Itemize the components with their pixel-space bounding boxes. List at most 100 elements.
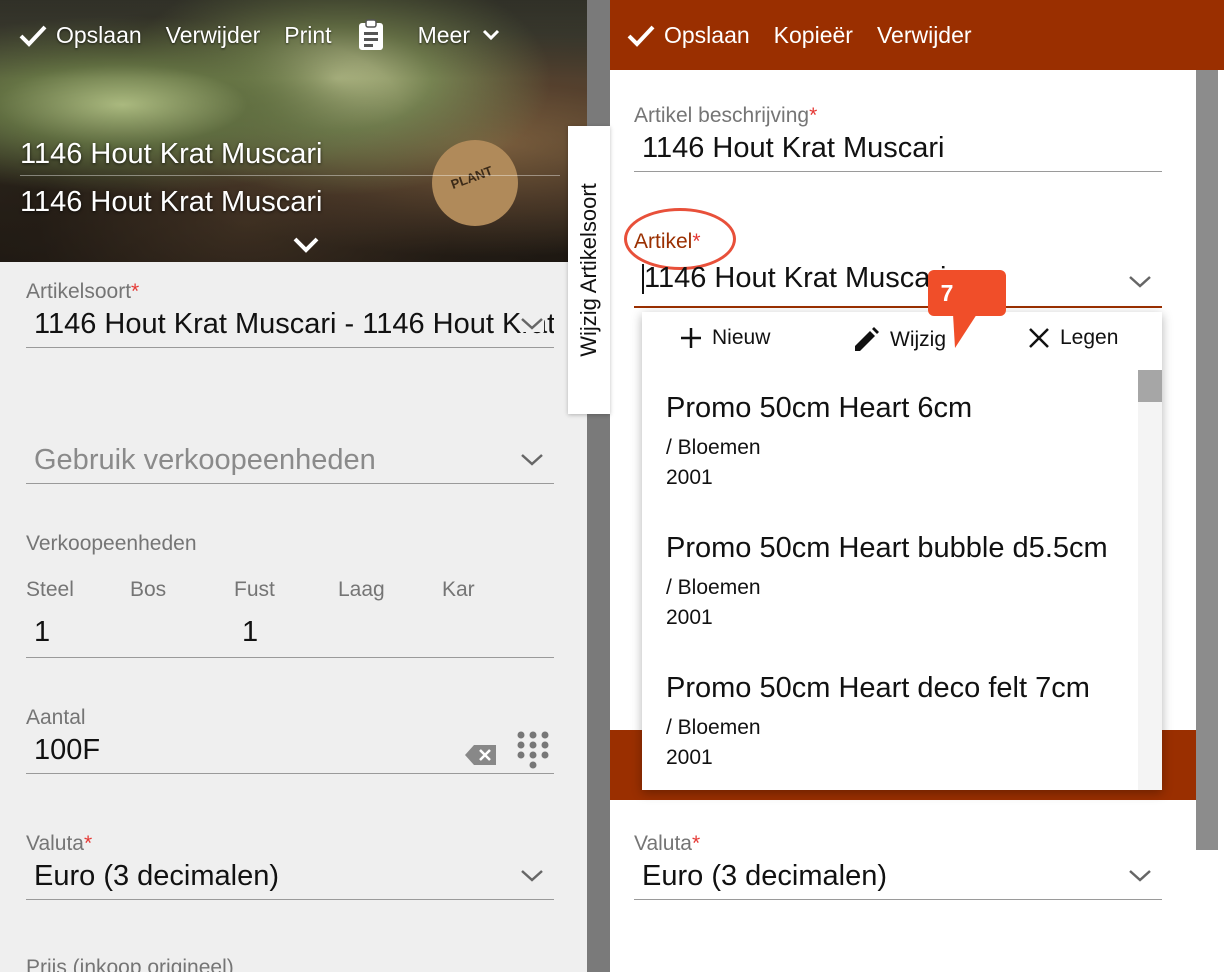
delete-button[interactable]: Verwijder	[877, 22, 972, 49]
verkoopeenheden-label: Verkoopeenheden	[26, 532, 197, 555]
save-label: Opslaan	[664, 21, 750, 48]
artikelsoort-label-wrap: Artikelsoort*	[26, 280, 554, 304]
aantal-input[interactable]: 100F	[26, 730, 554, 774]
save-button[interactable]: Opslaan	[626, 22, 750, 49]
edit-label: Wijzig	[890, 328, 946, 351]
gebruik-placeholder: Gebruik verkoopeenheden	[34, 444, 376, 476]
copy-button[interactable]: Kopieër	[774, 22, 853, 49]
clear-button[interactable]: Legen	[1028, 326, 1118, 350]
list-item[interactable]: Promo 50cm Heart bubble d5.5cm / Bloemen…	[642, 510, 1138, 650]
clipboard-button[interactable]	[356, 18, 394, 52]
delete-label: Verwijder	[165, 21, 261, 48]
more-label: Meer	[417, 21, 470, 48]
valuta-label: Valuta	[634, 832, 692, 855]
artikelsoort-value: 1146 Hout Krat Muscari - 1146 Hout Krat …	[34, 308, 554, 340]
valuta-field[interactable]: Valuta* Euro (3 decimalen)	[634, 832, 1162, 900]
beschrijving-input[interactable]: 1146 Hout Krat Muscari	[634, 128, 1162, 172]
chevron-down-icon	[520, 316, 544, 332]
print-button[interactable]: Print	[284, 22, 331, 49]
delete-label: Verwijder	[876, 21, 972, 48]
plus-icon	[681, 328, 701, 348]
units-header: Steel Bos Fust Laag Kar	[26, 578, 554, 602]
clipboard-icon	[358, 19, 383, 50]
chevron-down-icon	[482, 29, 500, 41]
valuta-label: Valuta	[26, 832, 84, 855]
artikel-beschrijving-field[interactable]: Artikel beschrijving* 1146 Hout Krat Mus…	[634, 104, 1162, 172]
dropdown-list: Promo 50cm Heart 6cm / Bloemen 2001 Prom…	[642, 370, 1138, 790]
artikel-dropdown: Nieuw Wijzig Legen Promo 50cm Heart 6cm …	[642, 312, 1162, 790]
dropdown-scroll-thumb[interactable]	[1138, 370, 1162, 402]
left-toolbar: Opslaan Verwijder Print Meer	[0, 0, 587, 70]
required-marker: *	[692, 832, 701, 855]
required-marker: *	[809, 104, 818, 127]
artikel-input[interactable]: 1146 Hout Krat Muscari	[634, 262, 1162, 308]
valuta-field[interactable]: Valuta* Euro (3 decimalen)	[26, 832, 554, 900]
check-icon	[627, 25, 655, 47]
unit-value-fust[interactable]: 1	[242, 616, 258, 649]
chevron-down-icon	[521, 870, 543, 882]
unit-value-steel[interactable]: 1	[34, 616, 50, 649]
edit-button[interactable]: Wijzig	[852, 326, 946, 354]
units-values-row[interactable]: 1 1	[26, 614, 554, 658]
save-label: Opslaan	[56, 21, 142, 48]
item-title: Promo 50cm Heart bubble d5.5cm	[666, 532, 1108, 564]
item-title: Promo 50cm Heart 6cm	[666, 392, 973, 424]
required-marker: *	[692, 230, 701, 253]
new-button[interactable]: Nieuw	[680, 326, 770, 350]
pencil-icon	[855, 327, 879, 351]
new-label: Nieuw	[712, 326, 771, 349]
dropdown-scrollbar[interactable]	[1138, 370, 1162, 790]
required-marker: *	[84, 832, 93, 855]
save-button[interactable]: Opslaan	[18, 22, 142, 49]
item-code: 2001	[666, 606, 713, 629]
required-marker: *	[131, 280, 140, 303]
clear-label: Legen	[1060, 326, 1119, 349]
valuta-value: Euro (3 decimalen)	[642, 860, 887, 892]
unit-col-kar: Kar	[442, 578, 475, 601]
prijs-label: Prijs (inkoop origineel)	[26, 956, 234, 972]
expand-chevron-icon[interactable]	[292, 236, 320, 254]
close-icon	[1029, 328, 1049, 348]
left-panel: PLANT Opslaan Verwijder Print Meer 1146 …	[0, 0, 587, 972]
aantal-label: Aantal	[26, 706, 86, 729]
right-toolbar: Opslaan Kopieër Verwijder	[610, 0, 1224, 70]
chevron-down-icon[interactable]	[1128, 274, 1152, 290]
item-code: 2001	[666, 466, 713, 489]
artikel-label: Artikel	[634, 230, 693, 253]
artikelsoort-label: Artikelsoort	[26, 280, 132, 303]
backspace-icon[interactable]	[464, 744, 498, 766]
valuta-select[interactable]: Euro (3 decimalen)	[634, 856, 1162, 900]
artikelsoort-select[interactable]: 1146 Hout Krat Muscari - 1146 Hout Krat …	[26, 304, 554, 348]
chevron-down-icon	[521, 454, 543, 466]
copy-label: Kopieër	[773, 21, 853, 48]
dropdown-actions: Nieuw Wijzig Legen	[642, 312, 1162, 368]
artikelsoort-field[interactable]: Artikelsoort* 1146 Hout Krat Muscari - 1…	[26, 280, 554, 348]
gebruik-verkoopeenheden-field[interactable]: Gebruik verkoopeenheden	[26, 440, 554, 484]
chevron-down-icon	[1129, 870, 1151, 882]
list-item[interactable]: Promo 50cm Heart 6cm / Bloemen 2001	[642, 370, 1138, 510]
delete-button[interactable]: Verwijder	[166, 22, 261, 49]
valuta-label-wrap: Valuta*	[26, 832, 554, 856]
more-menu-button[interactable]: Meer	[418, 22, 500, 49]
wijzig-artikelsoort-tab[interactable]: Wijzig Artikelsoort	[568, 126, 610, 414]
valuta-label-wrap: Valuta*	[634, 832, 1162, 856]
artikel-label-wrap: Artikel*	[634, 230, 701, 254]
valuta-select[interactable]: Euro (3 decimalen)	[26, 856, 554, 900]
aantal-value: 100F	[34, 734, 101, 766]
item-title: Promo 50cm Heart deco felt 7cm	[666, 672, 1090, 704]
item-group: / Bloemen	[666, 576, 761, 599]
list-item[interactable]: Promo 50cm Heart deco felt 7cm / Bloemen…	[642, 650, 1138, 790]
artikel-value: 1146 Hout Krat Muscari	[644, 262, 947, 294]
check-icon	[19, 25, 47, 47]
beschrijving-label-wrap: Artikel beschrijving*	[634, 104, 1162, 128]
beschrijving-label: Artikel beschrijving	[634, 104, 810, 127]
aantal-field[interactable]: Aantal 100F	[26, 706, 554, 774]
gebruik-select[interactable]: Gebruik verkoopeenheden	[26, 440, 554, 484]
unit-col-laag: Laag	[338, 578, 385, 601]
scrollbar[interactable]	[1196, 70, 1218, 850]
unit-col-fust: Fust	[234, 578, 275, 601]
hero-title-1: 1146 Hout Krat Muscari	[20, 138, 560, 176]
item-group: / Bloemen	[666, 716, 761, 739]
keypad-icon[interactable]	[516, 730, 550, 770]
valuta-value: Euro (3 decimalen)	[34, 860, 279, 892]
